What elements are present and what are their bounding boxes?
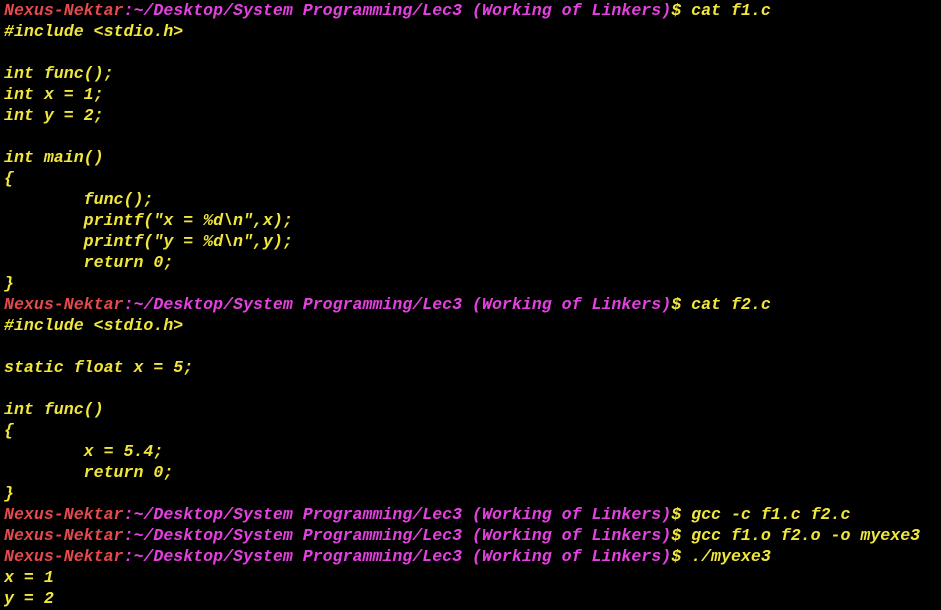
output-line: printf("x = %d\n",x); [4,210,937,231]
output-text: return 0; [4,253,174,272]
output-text: } [4,484,14,503]
prompt-user: Nexus-Nektar [4,526,124,545]
prompt-line: Nexus-Nektar:~/Desktop/System Programmin… [4,0,937,21]
output-line: int y = 2; [4,105,937,126]
prompt-user: Nexus-Nektar [4,295,124,314]
output-line: } [4,483,937,504]
output-text: return 0; [4,463,174,482]
output-line: x = 1 [4,567,937,588]
output-text: int x = 1; [4,85,104,104]
output-text: x = 1 [4,568,54,587]
output-line: y = 2 [4,588,937,609]
output-text: func(); [4,190,154,209]
prompt-user: Nexus-Nektar [4,1,124,20]
prompt-symbol: $ [671,295,692,314]
output-text: { [4,421,14,440]
output-line: { [4,168,937,189]
command-text: ./myexe3 [691,547,771,566]
output-text: #include <stdio.h> [4,22,184,41]
output-line: int func(); [4,63,937,84]
prompt-path: :~/Desktop/System Programming/Lec3 (Work… [123,295,672,314]
terminal-window[interactable]: Nexus-Nektar:~/Desktop/System Programmin… [0,0,941,610]
prompt-path: :~/Desktop/System Programming/Lec3 (Work… [123,1,672,20]
output-text: int main() [4,148,104,167]
output-text: #include <stdio.h> [4,316,184,335]
output-line: int main() [4,147,937,168]
output-text: printf("y = %d\n",y); [4,232,293,251]
output-line: { [4,420,937,441]
prompt-path: :~/Desktop/System Programming/Lec3 (Work… [123,526,672,545]
output-line: x = 5.4; [4,441,937,462]
prompt-symbol: $ [671,547,692,566]
output-line: #include <stdio.h> [4,315,937,336]
prompt-user: Nexus-Nektar [4,505,124,524]
prompt-symbol: $ [671,1,692,20]
output-line: #include <stdio.h> [4,21,937,42]
output-line: int func() [4,399,937,420]
output-text: y = 2 [4,589,54,608]
prompt-path: :~/Desktop/System Programming/Lec3 (Work… [123,505,672,524]
output-text: static float x = 5; [4,358,194,377]
prompt-symbol: $ [671,526,692,545]
prompt-user: Nexus-Nektar [4,547,124,566]
output-line: func(); [4,189,937,210]
output-text: int func() [4,400,104,419]
output-text: int y = 2; [4,106,104,125]
command-text: gcc f1.o f2.o -o myexe3 [691,526,921,545]
output-text: printf("x = %d\n",x); [4,211,293,230]
output-line: } [4,273,937,294]
command-text: cat f2.c [691,295,771,314]
output-line: int x = 1; [4,84,937,105]
prompt-line: Nexus-Nektar:~/Desktop/System Programmin… [4,504,937,525]
prompt-line: Nexus-Nektar:~/Desktop/System Programmin… [4,546,937,567]
output-text: int func(); [4,64,114,83]
output-text: x = 5.4; [4,442,164,461]
output-line: return 0; [4,252,937,273]
prompt-path: :~/Desktop/System Programming/Lec3 (Work… [123,547,672,566]
output-text: { [4,169,14,188]
command-text: cat f1.c [691,1,771,20]
prompt-symbol: $ [671,505,692,524]
command-text: gcc -c f1.c f2.c [691,505,851,524]
output-line: static float x = 5; [4,357,937,378]
output-text: } [4,274,14,293]
output-line: printf("y = %d\n",y); [4,231,937,252]
prompt-line: Nexus-Nektar:~/Desktop/System Programmin… [4,525,937,546]
prompt-line: Nexus-Nektar:~/Desktop/System Programmin… [4,294,937,315]
output-line: return 0; [4,462,937,483]
